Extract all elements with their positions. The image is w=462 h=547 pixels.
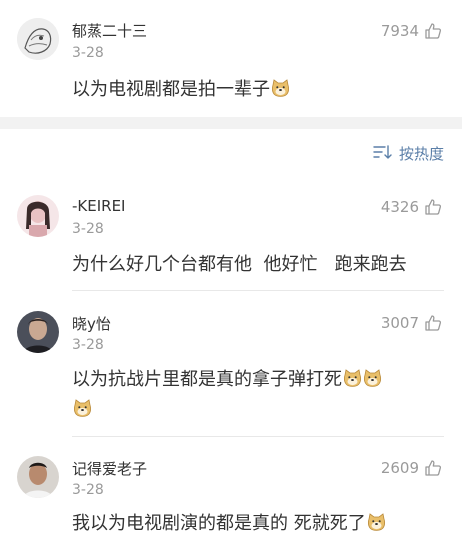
comment-date: 3-28 — [72, 221, 104, 237]
comment-body: 我以为电视剧演的都是真的 死就死了 — [72, 513, 366, 534]
sort-icon — [373, 144, 393, 164]
doge-emoji-icon — [367, 512, 386, 531]
like-count: 7934 — [380, 22, 419, 40]
like-count: 2609 — [380, 459, 419, 477]
doge-emoji-icon — [363, 368, 382, 387]
comment-text: 我以为电视剧演的都是真的 死就死了 — [72, 509, 442, 539]
like-count: 4326 — [380, 198, 419, 216]
username[interactable]: 郁蒸二十三 — [72, 20, 147, 41]
comment-date: 3-28 — [72, 337, 104, 353]
sort-by-hot-button[interactable]: 按热度 — [373, 143, 444, 164]
divider — [72, 436, 444, 437]
sort-label: 按热度 — [398, 145, 444, 163]
thumbs-up-icon — [424, 459, 442, 477]
comment-text: 以为电视剧都是拍一辈子 — [72, 75, 442, 105]
avatar[interactable] — [17, 311, 59, 353]
doge-emoji-icon — [73, 398, 92, 417]
doge-emoji-icon — [271, 78, 290, 97]
section-separator — [0, 117, 462, 129]
thumbs-up-icon — [424, 22, 442, 40]
divider — [72, 290, 444, 291]
doge-emoji-icon — [343, 368, 362, 387]
comment-date: 3-28 — [72, 482, 104, 498]
like-count: 3007 — [380, 314, 419, 332]
comment-body: 以为电视剧都是拍一辈子 — [72, 79, 270, 100]
thumbs-up-icon — [424, 314, 442, 332]
like-button[interactable]: 7934 — [381, 22, 442, 40]
thumbs-up-icon — [424, 198, 442, 216]
username[interactable]: -KEIREI — [72, 197, 125, 215]
username[interactable]: 记得爱老子 — [72, 458, 147, 479]
like-button[interactable]: 3007 — [381, 314, 442, 332]
comment-text: 为什么好几个台都有他 他好忙 跑来跑去 — [72, 254, 407, 275]
comment-text: 以为抗战片里都是真的拿子弹打死 — [72, 365, 442, 425]
username[interactable]: 晓y怡 — [72, 313, 111, 334]
comment-body: 以为抗战片里都是真的拿子弹打死 — [72, 369, 342, 390]
avatar[interactable] — [17, 18, 59, 60]
comment-date: 3-28 — [72, 45, 104, 61]
like-button[interactable]: 4326 — [381, 198, 442, 216]
avatar-illustration — [17, 18, 59, 60]
like-button[interactable]: 2609 — [381, 459, 442, 477]
avatar[interactable] — [17, 195, 59, 237]
avatar[interactable] — [17, 456, 59, 498]
